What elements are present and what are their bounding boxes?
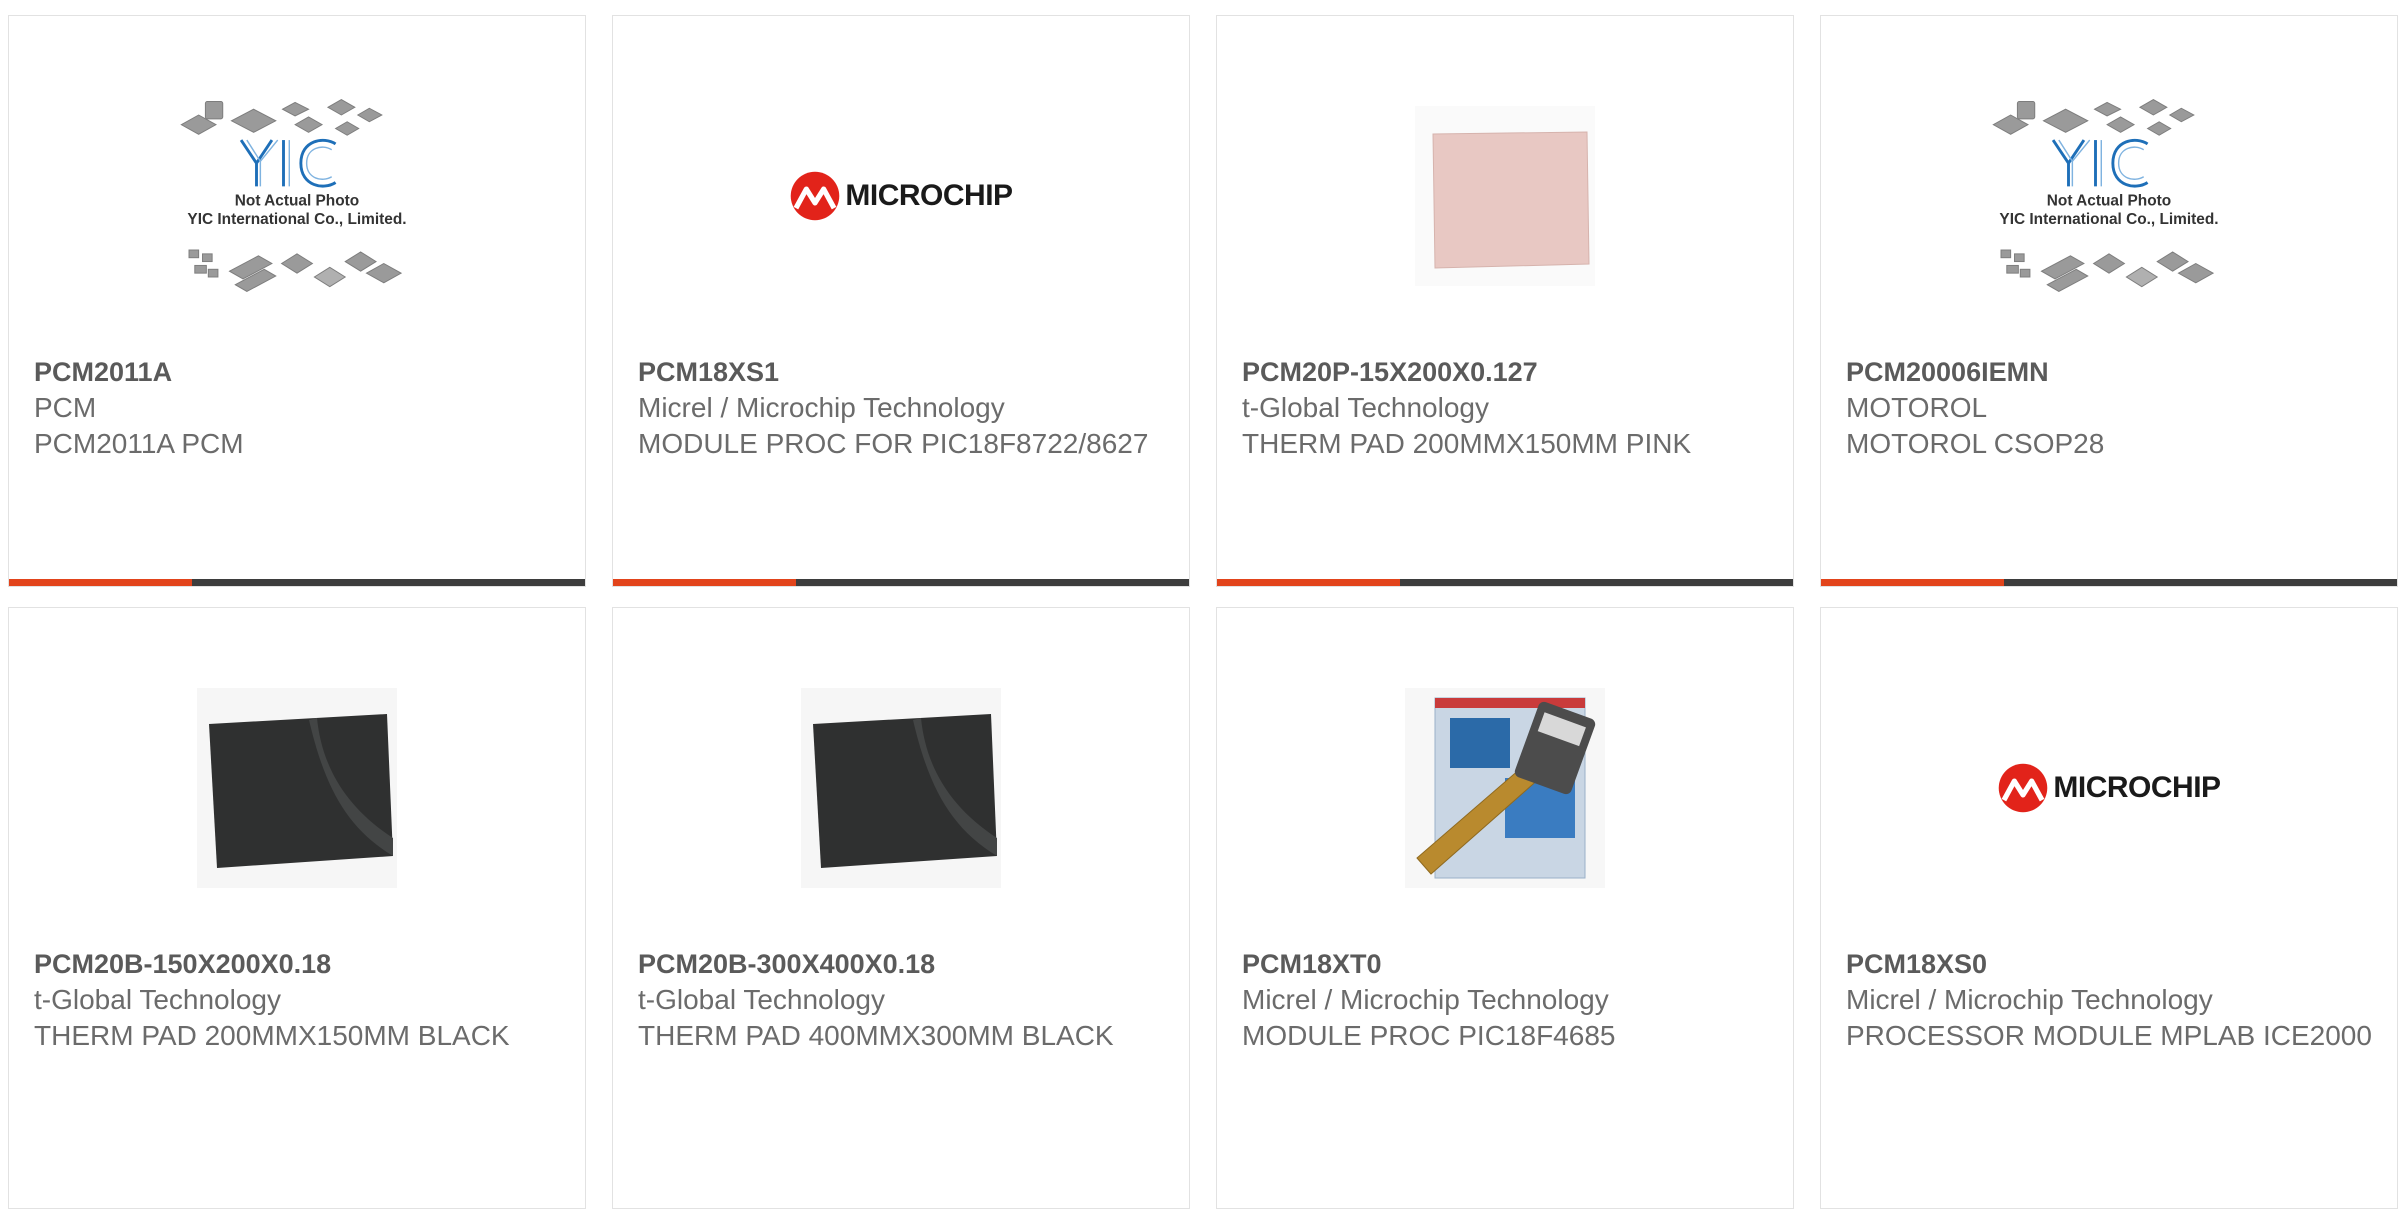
product-info: PCM18XT0 Micrel / Microchip Technology M… — [1242, 946, 1773, 1054]
microchip-logo-text: MICROCHIP — [845, 179, 1013, 212]
product-card[interactable]: PCM20B-150X200X0.18 t-Global Technology … — [8, 607, 586, 1209]
product-card[interactable]: MICROCHIP PCM18XS0 Micrel / Microchip Te… — [1820, 607, 2398, 1209]
microchip-icon — [1997, 762, 2049, 814]
product-image[interactable] — [1217, 668, 1793, 908]
processor-module-image — [1405, 688, 1605, 888]
manufacturer: Micrel / Microchip Technology — [1242, 984, 1609, 1015]
manufacturer: t-Global Technology — [1242, 392, 1489, 423]
product-card[interactable]: PCM20B-300X400X0.18 t-Global Technology … — [612, 607, 1190, 1209]
manufacturer: PCM — [34, 392, 97, 423]
card-bottom-bar — [613, 579, 1189, 586]
black-thermal-pad-image — [197, 688, 397, 888]
description: MOTOROL CSOP28 — [1846, 428, 2105, 459]
product-info: PCM20P-15X200X0.127 t-Global Technology … — [1242, 354, 1773, 462]
product-image[interactable] — [1821, 76, 2397, 316]
manufacturer: Micrel / Microchip Technology — [1846, 984, 2213, 1015]
card-bottom-bar — [1217, 579, 1793, 586]
card-bottom-bar — [1821, 579, 2397, 586]
product-image[interactable]: MICROCHIP — [1821, 668, 2397, 908]
card-accent-bar — [9, 579, 192, 586]
product-card[interactable]: PCM2011A PCM PCM2011A PCM — [8, 15, 586, 587]
microchip-icon — [789, 170, 841, 222]
part-number[interactable]: PCM18XT0 — [1242, 946, 1773, 982]
product-info: PCM20B-150X200X0.18 t-Global Technology … — [34, 946, 565, 1054]
product-card[interactable]: MICROCHIP PCM18XS1 Micrel / Microchip Te… — [612, 15, 1190, 587]
description: PROCESSOR MODULE MPLAB ICE2000 — [1846, 1020, 2372, 1051]
part-number[interactable]: PCM20B-300X400X0.18 — [638, 946, 1169, 982]
description: MODULE PROC FOR PIC18F8722/8627 — [638, 428, 1149, 459]
microchip-logo: MICROCHIP — [789, 170, 1013, 222]
yic-placeholder-image — [162, 76, 432, 316]
manufacturer: t-Global Technology — [34, 984, 281, 1015]
product-info: PCM18XS0 Micrel / Microchip Technology P… — [1846, 946, 2377, 1054]
yic-placeholder-image — [1974, 76, 2244, 316]
product-info: PCM20006IEMN MOTOROL MOTOROL CSOP28 — [1846, 354, 2377, 462]
part-number[interactable]: PCM20P-15X200X0.127 — [1242, 354, 1773, 390]
manufacturer: t-Global Technology — [638, 984, 885, 1015]
product-info: PCM2011A PCM PCM2011A PCM — [34, 354, 565, 462]
pink-thermal-pad-image — [1405, 96, 1605, 296]
product-info: PCM20B-300X400X0.18 t-Global Technology … — [638, 946, 1169, 1054]
product-info: PCM18XS1 Micrel / Microchip Technology M… — [638, 354, 1169, 462]
description: THERM PAD 200MMX150MM PINK — [1242, 428, 1692, 459]
product-card[interactable]: PCM18XT0 Micrel / Microchip Technology M… — [1216, 607, 1794, 1209]
card-accent-bar — [1217, 579, 1400, 586]
part-number[interactable]: PCM20B-150X200X0.18 — [34, 946, 565, 982]
description: THERM PAD 200MMX150MM BLACK — [34, 1020, 510, 1051]
description: THERM PAD 400MMX300MM BLACK — [638, 1020, 1114, 1051]
part-number[interactable]: PCM18XS1 — [638, 354, 1169, 390]
product-image[interactable] — [9, 76, 585, 316]
product-card[interactable]: PCM20P-15X200X0.127 t-Global Technology … — [1216, 15, 1794, 587]
microchip-logo-text: MICROCHIP — [2053, 771, 2221, 804]
product-image[interactable] — [9, 668, 585, 908]
part-number[interactable]: PCM18XS0 — [1846, 946, 2377, 982]
part-number[interactable]: PCM2011A — [34, 354, 565, 390]
manufacturer: MOTOROL — [1846, 392, 1988, 423]
card-accent-bar — [1821, 579, 2004, 586]
description: MODULE PROC PIC18F4685 — [1242, 1020, 1616, 1051]
card-bottom-bar — [9, 579, 585, 586]
black-thermal-pad-image — [801, 688, 1001, 888]
product-image[interactable]: MICROCHIP — [613, 76, 1189, 316]
card-accent-bar — [613, 579, 796, 586]
microchip-logo: MICROCHIP — [1997, 762, 2221, 814]
product-image[interactable] — [613, 668, 1189, 908]
product-image[interactable] — [1217, 76, 1793, 316]
manufacturer: Micrel / Microchip Technology — [638, 392, 1005, 423]
description: PCM2011A PCM — [34, 428, 244, 459]
part-number[interactable]: PCM20006IEMN — [1846, 354, 2377, 390]
product-grid: PCM2011A PCM PCM2011A PCM MICROCHIP PCM1… — [8, 15, 2398, 1209]
product-card[interactable]: PCM20006IEMN MOTOROL MOTOROL CSOP28 — [1820, 15, 2398, 587]
